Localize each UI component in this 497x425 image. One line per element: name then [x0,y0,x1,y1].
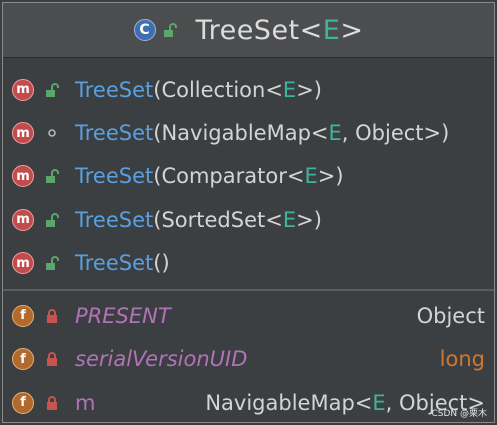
private-lock-icon [44,351,60,367]
method-icon: m [12,165,34,188]
field-icon: f [12,391,34,414]
method-signature: TreeSet(SortedSet<E>) [75,207,322,232]
watermark: CSDN @栗木 [431,409,487,419]
methods-list: m TreeSet(Collection<E>) m TreeSet(Navig… [3,58,494,285]
class-header: C TreeSet<E> [3,3,494,58]
method-icon: m [12,78,34,101]
method-icon: m [12,208,34,231]
field-icon: f [12,304,34,327]
field-type: long [439,347,485,372]
method-row[interactable]: m TreeSet(Comparator<E>) [3,155,494,198]
class-title: TreeSet<E> [196,15,364,46]
fields-list: f PRESENT Object f serialVersionUID long… [3,291,494,425]
private-lock-icon [44,395,60,411]
method-signature: TreeSet(Collection<E>) [75,77,322,102]
method-row[interactable]: m TreeSet(Collection<E>) [3,68,494,111]
field-type: Object [416,303,485,328]
public-icon [44,255,60,271]
structure-popup: C TreeSet<E> m TreeSet(Collection<E>) m [2,2,495,423]
field-name: m [75,390,96,415]
field-name: serialVersionUID [75,347,248,372]
method-row[interactable]: m TreeSet(SortedSet<E>) [3,198,494,241]
method-signature: TreeSet(Comparator<E>) [75,164,344,189]
method-row[interactable]: m TreeSet() [3,242,494,285]
method-icon: m [12,252,34,275]
field-row[interactable]: f m NavigableMap<E, Object> [3,381,494,425]
public-icon [44,168,60,184]
class-icon: C [133,19,156,41]
generic-open: < [299,14,323,46]
class-name: TreeSet [195,14,300,46]
unlocked-icon [162,22,178,38]
field-name: PRESENT [75,303,171,328]
package-private-icon [44,125,60,141]
field-icon: f [12,348,34,371]
field-row[interactable]: f PRESENT Object [3,294,494,338]
method-signature: TreeSet(NavigableMap<E, Object>) [75,121,450,146]
type-parameter: E [322,14,341,46]
public-icon [44,82,60,98]
method-row[interactable]: m TreeSet(NavigableMap<E, Object>) [3,111,494,154]
method-icon: m [12,122,34,145]
public-icon [44,212,60,228]
generic-close: > [340,14,364,46]
method-signature: TreeSet() [75,251,170,276]
field-row[interactable]: f serialVersionUID long [3,338,494,382]
private-lock-icon [44,308,60,324]
